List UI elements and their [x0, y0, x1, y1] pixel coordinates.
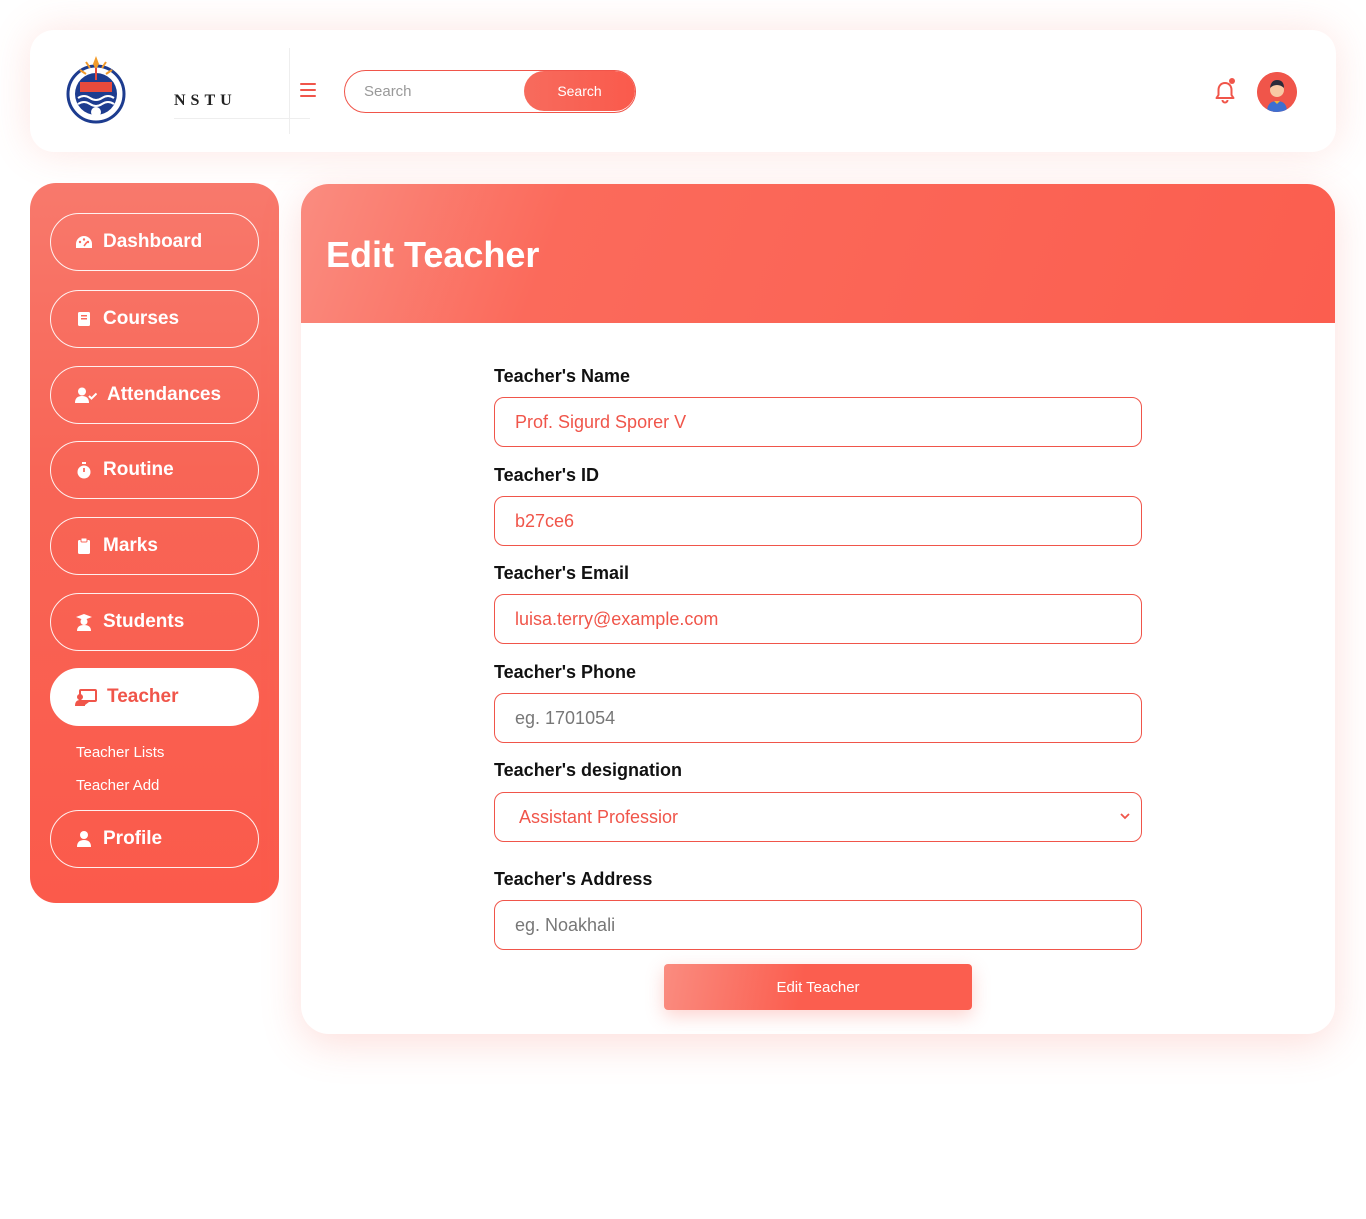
search-bar: Search — [344, 70, 636, 113]
teacher-email-field[interactable] — [494, 594, 1142, 644]
hamburger-menu-icon[interactable] — [300, 83, 316, 97]
id-label: Teacher's ID — [494, 465, 599, 485]
sidebar-item-profile[interactable]: Profile — [50, 810, 259, 868]
address-label: Teacher's Address — [494, 869, 653, 889]
teacher-id-field[interactable] — [494, 496, 1142, 546]
gauge-icon — [75, 233, 93, 251]
brand-name: NSTU — [174, 92, 237, 109]
sidebar-item-label: Attendances — [107, 384, 222, 405]
submenu-teacher-lists[interactable]: Teacher Lists — [76, 744, 164, 761]
sidebar-item-label: Courses — [103, 308, 180, 329]
chalkboard-teacher-icon — [75, 688, 97, 706]
book-icon — [75, 310, 93, 328]
sidebar-item-label: Profile — [103, 828, 163, 849]
university-emblem-icon — [66, 56, 126, 124]
teacher-phone-field[interactable] — [494, 693, 1142, 743]
submenu-teacher-add[interactable]: Teacher Add — [76, 777, 159, 794]
chevron-down-icon — [1120, 813, 1130, 820]
sidebar-item-students[interactable]: Students — [50, 593, 259, 651]
sidebar-item-attendances[interactable]: Attendances — [50, 366, 259, 424]
sidebar-item-marks[interactable]: Marks — [50, 517, 259, 575]
graduate-icon — [75, 613, 93, 631]
sidebar-item-label: Students — [103, 611, 185, 632]
sidebar-item-label: Routine — [103, 459, 174, 480]
header-divider — [289, 48, 290, 134]
name-label: Teacher's Name — [494, 366, 631, 386]
designation-select[interactable]: Assistant Professior — [494, 792, 1142, 842]
sidebar-item-label: Teacher — [107, 686, 179, 707]
top-header: NSTU Search — [30, 30, 1336, 152]
sidebar-item-routine[interactable]: Routine — [50, 441, 259, 499]
sidebar-item-teacher[interactable]: Teacher — [50, 668, 259, 726]
edit-teacher-card: Edit Teacher Teacher's Name Teacher's ID… — [301, 184, 1335, 1034]
teacher-name-field[interactable] — [494, 397, 1142, 447]
search-input[interactable] — [345, 71, 525, 111]
designation-selected-value: Assistant Professior — [519, 806, 679, 827]
sidebar: Dashboard Courses Attendances Routine Ma… — [30, 183, 279, 903]
phone-label: Teacher's Phone — [494, 662, 636, 682]
stopwatch-icon — [75, 461, 93, 479]
notification-dot — [1229, 78, 1235, 84]
user-avatar[interactable] — [1257, 72, 1297, 112]
user-icon — [75, 830, 93, 848]
clipboard-icon — [75, 537, 93, 555]
brand-logo[interactable]: NSTU — [64, 52, 310, 130]
avatar-icon — [1257, 72, 1297, 112]
sidebar-item-label: Dashboard — [103, 231, 203, 252]
search-button[interactable]: Search — [524, 71, 635, 111]
sidebar-item-dashboard[interactable]: Dashboard — [50, 213, 259, 271]
email-label: Teacher's Email — [494, 563, 630, 583]
designation-label: Teacher's designation — [494, 760, 682, 780]
bell-icon[interactable] — [1214, 78, 1236, 104]
page-title: Edit Teacher — [326, 234, 540, 275]
card-header: Edit Teacher — [301, 184, 1335, 323]
teacher-address-field[interactable] — [494, 900, 1142, 950]
sidebar-item-label: Marks — [103, 535, 158, 556]
user-check-icon — [75, 386, 97, 404]
sidebar-item-courses[interactable]: Courses — [50, 290, 259, 348]
edit-teacher-submit-button[interactable]: Edit Teacher — [664, 964, 972, 1010]
